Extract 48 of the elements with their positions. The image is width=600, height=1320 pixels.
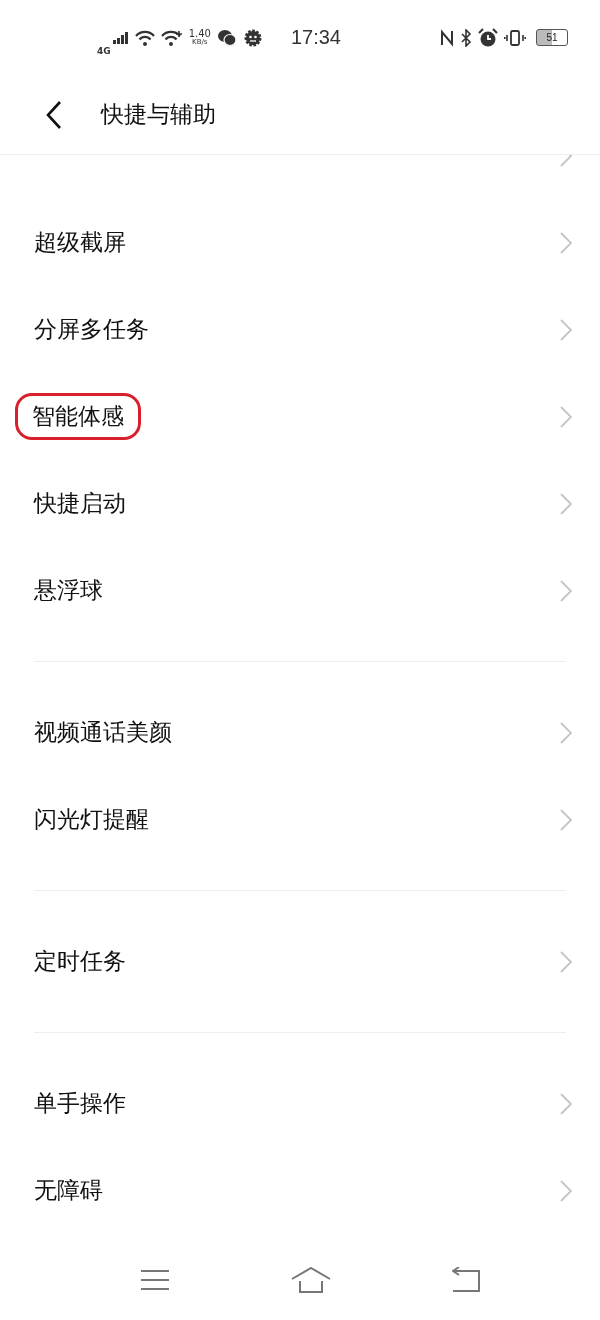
item-label: 无障碍 xyxy=(34,1175,103,1205)
chevron-right-icon xyxy=(560,950,572,973)
item-label: 闪光灯提醒 xyxy=(34,804,149,834)
item-label: 悬浮球 xyxy=(34,575,103,605)
chevron-right-icon xyxy=(560,492,572,515)
item-label: 超级截屏 xyxy=(34,227,126,257)
settings-item[interactable]: 单手操作 xyxy=(0,1060,600,1147)
settings-item[interactable]: 分屏多任务 xyxy=(0,286,600,373)
speed-value: 1.40 xyxy=(188,29,211,39)
settings-item[interactable]: 无障碍 xyxy=(0,1147,600,1234)
item-label: 快捷启动 xyxy=(34,488,126,518)
alarm-clock-icon xyxy=(478,27,498,48)
vibrate-icon xyxy=(504,28,526,47)
item-label: 单手操作 xyxy=(34,1088,126,1118)
settings-item[interactable]: 闪光灯提醒 xyxy=(0,776,600,863)
chevron-right-icon xyxy=(560,405,572,428)
settings-item[interactable]: 超级截屏 xyxy=(0,199,600,286)
network-label: 4G xyxy=(97,45,111,56)
chevron-right-icon xyxy=(560,579,572,602)
wifi-icon xyxy=(134,29,155,46)
chevron-right-icon xyxy=(560,318,572,341)
chevron-right-icon xyxy=(560,808,572,831)
highlighted-label: 智能体感 xyxy=(18,395,138,438)
settings-item[interactable]: 快捷启动 xyxy=(0,460,600,547)
wifi-icon xyxy=(160,29,183,46)
nfc-icon xyxy=(440,28,454,47)
gear-icon xyxy=(242,27,263,48)
item-label: 分屏多任务 xyxy=(34,314,149,344)
settings-item[interactable]: 定时任务 xyxy=(0,918,600,1005)
signal-icon xyxy=(112,31,129,44)
bluetooth-icon xyxy=(460,28,472,47)
home-icon xyxy=(291,1267,331,1293)
menu-icon xyxy=(140,1269,171,1291)
battery-indicator: 51 xyxy=(536,29,568,46)
chat-bubbles-icon xyxy=(216,28,237,47)
chevron-left-icon xyxy=(46,99,62,130)
clock-time: 17:34 xyxy=(290,26,341,49)
settings-item[interactable]: 悬浮球 xyxy=(0,547,600,634)
chevron-right-icon xyxy=(560,1092,572,1115)
chevron-right-icon xyxy=(560,231,572,254)
chevron-right-icon xyxy=(560,1179,572,1202)
item-label: 视频通话美颜 xyxy=(34,717,172,747)
page-title: 快捷与辅助 xyxy=(101,100,216,129)
return-arrow-icon xyxy=(451,1267,480,1293)
settings-item[interactable]: 视频通话美颜 xyxy=(0,689,600,776)
item-label: 定时任务 xyxy=(34,946,126,976)
settings-item[interactable]: 智能体感 xyxy=(0,373,600,460)
chevron-right-icon xyxy=(560,721,572,744)
